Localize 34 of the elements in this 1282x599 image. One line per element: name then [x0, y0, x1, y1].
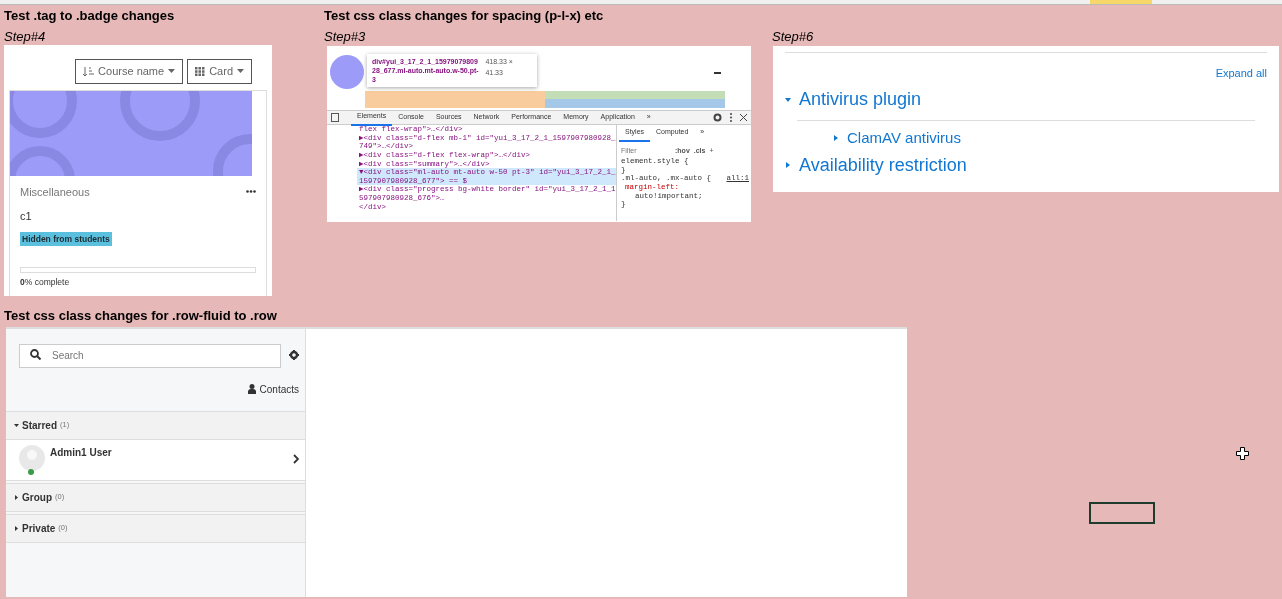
sort-dropdown-button[interactable]: Course name	[75, 59, 184, 84]
step-label: Step#6	[772, 28, 814, 46]
course-name[interactable]: c1	[20, 208, 256, 225]
tree-item-link[interactable]: Availability restriction	[799, 151, 967, 179]
contacts-link[interactable]: Contacts	[247, 381, 299, 397]
caret-icon	[237, 69, 244, 74]
close-icon	[740, 114, 747, 121]
avatar-placeholder	[330, 55, 364, 89]
sort-icon	[83, 65, 95, 77]
device-toggle-icon	[331, 113, 339, 122]
tree-item-link[interactable]: Antivirus plugin	[799, 86, 922, 113]
contact-name: Admin1 User	[50, 445, 113, 460]
section-heading: Test css class changes for spacing (p-l-x) etc	[324, 7, 604, 25]
progress-text: 0% complete	[20, 275, 71, 289]
step-label: Step#3	[324, 28, 366, 46]
search-icon	[30, 349, 41, 360]
expand-all-link[interactable]: Expand all	[1215, 67, 1267, 79]
avatar-silhouette	[19, 444, 45, 471]
hidden-badge: Hidden from students	[20, 231, 112, 247]
contact-row[interactable]: Admin1 User	[6, 439, 305, 481]
cell-cursor-icon	[1236, 447, 1249, 460]
step-label: Step#4	[4, 28, 46, 46]
selected-cell-outline[interactable]	[1089, 502, 1155, 524]
section-heading: Test .tag to .badge changes	[4, 7, 175, 25]
search-field[interactable]: Search	[19, 343, 281, 368]
caret-icon	[168, 69, 176, 74]
person-icon	[247, 384, 256, 394]
chevron-right-icon	[293, 453, 299, 464]
course-category: Miscellaneous	[20, 184, 90, 200]
grid-icon	[195, 66, 206, 76]
more-options-icon	[246, 190, 256, 194]
view-dropdown-button[interactable]: Card	[187, 59, 252, 84]
section-heading: Test css class changes for .row-fluid to .row	[4, 307, 277, 325]
tree-item-link[interactable]: ClamAV antivirus	[847, 127, 961, 150]
